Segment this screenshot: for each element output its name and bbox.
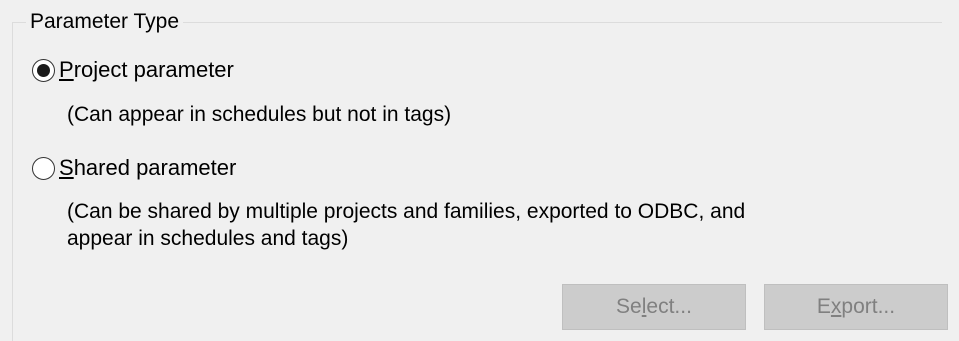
shared-parameter-radio-option[interactable]: Shared parameter: [32, 154, 236, 182]
shared-parameter-label[interactable]: Shared parameter: [59, 154, 236, 182]
select-button[interactable]: Se l ect...: [562, 284, 746, 330]
export-button-post: port...: [841, 295, 896, 318]
export-button-mnemonic: x: [830, 295, 842, 318]
project-parameter-mnemonic: P: [59, 57, 74, 82]
shared-parameter-description-line2: appear in schedules and tags): [67, 227, 349, 250]
export-button-pre: E: [816, 295, 831, 318]
shared-parameter-description-line1: (Can be shared by multiple projects and …: [67, 200, 746, 223]
select-button-pre: Se: [616, 295, 642, 318]
project-parameter-label-rest: roject parameter: [73, 57, 234, 82]
project-parameter-label[interactable]: Project parameter: [59, 56, 234, 84]
export-button[interactable]: Ex port...: [764, 284, 948, 330]
group-title: Parameter Type: [26, 8, 184, 36]
shared-parameter-mnemonic: S: [59, 155, 74, 180]
select-button-post: ect...: [646, 295, 692, 318]
shared-parameter-radio-button[interactable]: [32, 156, 55, 180]
project-parameter-radio-button[interactable]: [32, 58, 55, 82]
shared-parameter-label-rest: hared parameter: [73, 155, 237, 180]
project-parameter-radio-option[interactable]: Project parameter: [32, 56, 234, 84]
project-parameter-description: (Can appear in schedules but not in tags…: [67, 103, 452, 126]
